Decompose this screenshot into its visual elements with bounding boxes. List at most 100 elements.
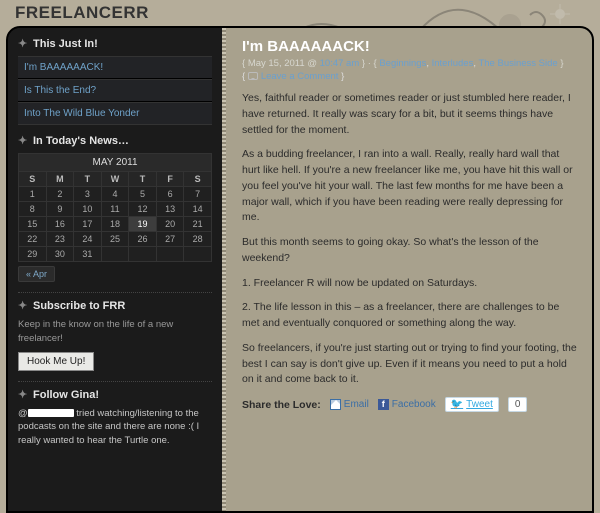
tweet-button[interactable]: 🐦 Tweet bbox=[445, 397, 499, 412]
share-label: Share the Love: bbox=[242, 399, 321, 411]
widget-follow: ✦ Follow Gina! @ tried watching/listenin… bbox=[18, 389, 212, 448]
calendar-day[interactable]: 31 bbox=[74, 247, 102, 262]
recent-post-link[interactable]: I'm BAAAAAACK! bbox=[18, 56, 212, 79]
widget-title: In Today's News… bbox=[33, 135, 129, 147]
calendar-day[interactable]: 17 bbox=[74, 217, 102, 232]
calendar-day[interactable]: 14 bbox=[184, 202, 212, 217]
subscribe-button[interactable]: Hook Me Up! bbox=[18, 352, 94, 371]
calendar-day[interactable]: 19 bbox=[129, 217, 157, 232]
calendar-dow: S bbox=[184, 172, 212, 187]
post-date: May 15, 2011 bbox=[248, 58, 305, 69]
post-title: I'm BAAAAAACK! bbox=[242, 38, 578, 55]
calendar-dow: T bbox=[74, 172, 102, 187]
widget-title: This Just In! bbox=[33, 38, 98, 50]
calendar-day[interactable]: 25 bbox=[101, 232, 129, 247]
brace: { bbox=[242, 71, 248, 82]
share-facebook-link[interactable]: f Facebook bbox=[378, 399, 436, 410]
share-facebook-text: Facebook bbox=[392, 399, 436, 410]
calendar-day bbox=[156, 247, 184, 262]
category-link[interactable]: Beginnings bbox=[379, 58, 426, 69]
content-frame: ✦ This Just In! I'm BAAAAAACK! Is This t… bbox=[6, 26, 594, 513]
calendar-day[interactable]: 26 bbox=[129, 232, 157, 247]
calendar-day[interactable]: 1 bbox=[19, 187, 47, 202]
separator bbox=[18, 292, 212, 293]
sparkle-icon: ✦ bbox=[18, 301, 28, 311]
category-link[interactable]: The Business Side bbox=[478, 58, 557, 69]
calendar-day[interactable]: 11 bbox=[101, 202, 129, 217]
redacted-username bbox=[28, 409, 74, 417]
at-sign: @ bbox=[18, 408, 28, 419]
recent-posts-list: I'm BAAAAAACK! Is This the End? Into The… bbox=[18, 56, 212, 125]
calendar-day[interactable]: 27 bbox=[156, 232, 184, 247]
tweet-count: 0 bbox=[508, 397, 528, 412]
calendar-day[interactable]: 22 bbox=[19, 232, 47, 247]
twitter-icon: 🐦 bbox=[451, 399, 463, 410]
calendar-day[interactable]: 6 bbox=[156, 187, 184, 202]
calendar-day[interactable]: 16 bbox=[46, 217, 74, 232]
calendar-caption: MAY 2011 bbox=[18, 153, 212, 171]
paragraph: 2. The life lesson in this – as a freela… bbox=[242, 300, 578, 332]
sparkle-icon: ✦ bbox=[18, 390, 28, 400]
calendar-day[interactable]: 10 bbox=[74, 202, 102, 217]
calendar-day[interactable]: 13 bbox=[156, 202, 184, 217]
calendar-dow: T bbox=[129, 172, 157, 187]
widget-calendar: ✦ In Today's News… MAY 2011 SMTWTFS 1234… bbox=[18, 135, 212, 282]
calendar-day[interactable]: 2 bbox=[46, 187, 74, 202]
calendar-table: MAY 2011 SMTWTFS 12345678910111213141516… bbox=[18, 153, 212, 262]
calendar-day[interactable]: 21 bbox=[184, 217, 212, 232]
calendar-day[interactable]: 12 bbox=[129, 202, 157, 217]
post-meta: { May 15, 2011 @ 10:47 am } · { Beginnin… bbox=[242, 58, 578, 69]
facebook-icon: f bbox=[378, 399, 389, 410]
calendar-day[interactable]: 28 bbox=[184, 232, 212, 247]
brace: } bbox=[558, 58, 564, 69]
sparkle-icon: ✦ bbox=[18, 136, 28, 146]
comment-icon bbox=[248, 72, 258, 80]
calendar-dow: M bbox=[46, 172, 74, 187]
calendar-day[interactable]: 30 bbox=[46, 247, 74, 262]
calendar-day[interactable]: 5 bbox=[129, 187, 157, 202]
separator bbox=[18, 381, 212, 382]
calendar-day[interactable]: 7 bbox=[184, 187, 212, 202]
calendar-day[interactable]: 4 bbox=[101, 187, 129, 202]
widget-title: Follow Gina! bbox=[33, 389, 99, 401]
paragraph: As a budding freelancer, I ran into a wa… bbox=[242, 147, 578, 226]
calendar-day bbox=[184, 247, 212, 262]
brace: } bbox=[338, 71, 344, 82]
calendar-day bbox=[129, 247, 157, 262]
widget-subscribe: ✦ Subscribe to FRR Keep in the know on t… bbox=[18, 300, 212, 371]
tweet-text: Tweet bbox=[466, 399, 493, 410]
post-body: Yes, faithful reader or sometimes reader… bbox=[242, 91, 578, 388]
recent-post-link[interactable]: Is This the End? bbox=[18, 79, 212, 102]
share-row: Share the Love: Email f Facebook 🐦 Tweet… bbox=[242, 397, 578, 412]
calendar-day[interactable]: 29 bbox=[19, 247, 47, 262]
calendar-day[interactable]: 20 bbox=[156, 217, 184, 232]
share-email-link[interactable]: Email bbox=[330, 399, 369, 410]
calendar-day[interactable]: 3 bbox=[74, 187, 102, 202]
category-link[interactable]: Interludes bbox=[432, 58, 474, 69]
share-email-text: Email bbox=[344, 399, 369, 410]
mail-icon bbox=[330, 399, 341, 410]
calendar-day[interactable]: 23 bbox=[46, 232, 74, 247]
subscribe-desc: Keep in the know on the life of a new fr… bbox=[18, 318, 212, 346]
at: @ bbox=[305, 58, 320, 69]
calendar-day[interactable]: 9 bbox=[46, 202, 74, 217]
calendar-dow: S bbox=[19, 172, 47, 187]
calendar-prev-link[interactable]: « Apr bbox=[18, 266, 55, 282]
calendar-day[interactable]: 8 bbox=[19, 202, 47, 217]
sparkle-icon: ✦ bbox=[18, 39, 28, 49]
recent-post-link[interactable]: Into The Wild Blue Yonder bbox=[18, 102, 212, 125]
calendar-day[interactable]: 15 bbox=[19, 217, 47, 232]
paragraph: Yes, faithful reader or sometimes reader… bbox=[242, 91, 578, 138]
post-time-link[interactable]: 10:47 am bbox=[320, 58, 360, 69]
calendar-day[interactable]: 18 bbox=[101, 217, 129, 232]
calendar-day bbox=[101, 247, 129, 262]
calendar-dow: F bbox=[156, 172, 184, 187]
calendar-day[interactable]: 24 bbox=[74, 232, 102, 247]
paragraph: 1. Freelancer R will now be updated on S… bbox=[242, 276, 578, 292]
widget-recent-posts: ✦ This Just In! I'm BAAAAAACK! Is This t… bbox=[18, 38, 212, 125]
site-title[interactable]: FREELANCERR bbox=[15, 3, 585, 23]
leave-comment-link[interactable]: Leave a Comment bbox=[261, 71, 339, 82]
follow-tweet-text: @ tried watching/listening to the podcas… bbox=[18, 407, 212, 448]
post-comments-meta: { Leave a Comment } bbox=[242, 71, 578, 82]
widget-title: Subscribe to FRR bbox=[33, 300, 125, 312]
